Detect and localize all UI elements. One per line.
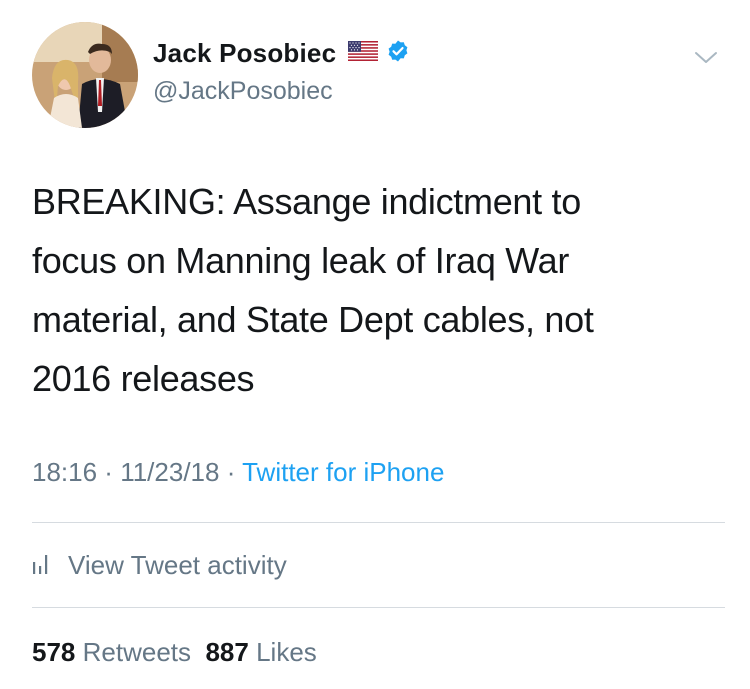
tweet-meta: 18:16 · 11/23/18 · Twitter for iPhone	[32, 457, 444, 488]
profile-avatar[interactable]	[32, 22, 138, 128]
retweets-count: 578	[32, 637, 76, 667]
verified-badge-icon	[386, 39, 410, 68]
tweet-stats: 578 Retweets 887 Likes	[32, 637, 317, 668]
likes-count: 887	[205, 637, 249, 667]
author-name-row[interactable]: Jack Posobiec	[153, 38, 410, 69]
retweets-count-link[interactable]: 578 Retweets	[32, 637, 191, 667]
likes-label: Likes	[256, 637, 317, 667]
chevron-down-icon[interactable]	[692, 48, 720, 68]
likes-count-link[interactable]: 887 Likes	[205, 637, 316, 667]
retweets-label: Retweets	[82, 637, 192, 667]
tweet-time: 18:16	[32, 457, 98, 487]
tweet-text: BREAKING: Assange indictment to focus on…	[32, 181, 594, 399]
divider	[32, 522, 725, 523]
view-tweet-activity-button[interactable]: View Tweet activity	[32, 550, 287, 581]
us-flag-icon	[348, 41, 379, 66]
divider	[32, 607, 725, 608]
author-handle[interactable]: @JackPosobiec	[153, 77, 333, 106]
meta-separator: ·	[97, 457, 121, 487]
bar-chart-icon	[32, 550, 52, 581]
tweet-source-link[interactable]: Twitter for iPhone	[242, 457, 444, 487]
author-display-name[interactable]: Jack Posobiec	[153, 38, 336, 69]
tweet-date: 11/23/18	[120, 457, 220, 487]
view-tweet-activity-label: View Tweet activity	[68, 550, 287, 580]
meta-separator: ·	[219, 457, 243, 487]
